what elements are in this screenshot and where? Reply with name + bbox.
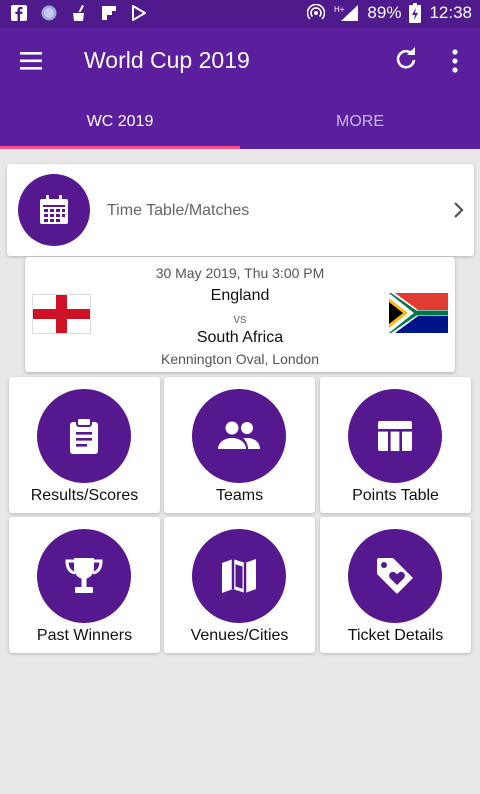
match-venue: Kennington Oval, London — [160, 351, 319, 367]
network-type: H+ — [334, 5, 345, 14]
results-scores-tile[interactable]: Results/Scores — [9, 377, 160, 513]
match-datetime: 30 May 2019, Thu 3:00 PM — [155, 265, 325, 281]
past-winners-label: Past Winners — [36, 627, 133, 644]
ticket-details-label: Ticket Details — [347, 627, 444, 644]
play-store-icon — [130, 4, 148, 22]
venues-cities-tile[interactable]: Venues/Cities — [164, 517, 315, 653]
points-table-label: Points Table — [352, 487, 439, 504]
england-flag-icon — [32, 294, 91, 334]
south-africa-flag-icon — [389, 293, 448, 333]
group-icon — [218, 421, 260, 449]
signal-icon: H+ — [333, 4, 359, 22]
page-title: World Cup 2019 — [84, 47, 250, 73]
tab-wc-2019[interactable]: WC 2019 — [0, 94, 240, 149]
refresh-button[interactable] — [392, 46, 420, 74]
results-scores-label: Results/Scores — [30, 487, 139, 504]
battery-charging-icon — [409, 3, 422, 23]
past-winners-icon-circle — [37, 529, 131, 623]
timetable-card[interactable]: Time Table/Matches — [7, 164, 474, 256]
map-icon — [222, 559, 256, 593]
teams-icon-circle — [192, 389, 286, 483]
more-vert-icon — [452, 49, 458, 73]
flipboard-icon — [100, 4, 118, 22]
menu-button[interactable] — [18, 48, 48, 74]
system-status: H+ 89% 12:38 — [307, 3, 472, 23]
tab-more[interactable]: MORE — [240, 94, 480, 149]
chevron-right-icon — [452, 200, 466, 220]
facebook-icon — [10, 4, 28, 22]
clock: 12:38 — [429, 3, 472, 22]
app-bar: World Cup 2019 — [0, 28, 480, 94]
menu-icon — [20, 52, 42, 70]
past-winners-tile[interactable]: Past Winners — [9, 517, 160, 653]
notification-icons — [10, 4, 148, 22]
tab-bar: WC 2019 MORE — [0, 94, 480, 149]
upcoming-match-card[interactable]: 30 May 2019, Thu 3:00 PM England vs Sout… — [25, 257, 455, 372]
timetable-label: Time Table/Matches — [107, 202, 250, 219]
ticket-details-tile[interactable]: Ticket Details — [320, 517, 471, 653]
points-table-icon-circle — [348, 389, 442, 483]
more-options-button[interactable] — [444, 46, 466, 76]
hotspot-icon — [307, 4, 326, 22]
cleaner-icon — [70, 4, 88, 22]
clipboard-icon — [70, 417, 98, 454]
status-bar: H+ 89% 12:38 — [0, 0, 480, 28]
results-icon-circle — [37, 389, 131, 483]
tab-indicator — [0, 146, 240, 149]
timetable-icon-circle — [18, 174, 90, 246]
teams-tile[interactable]: Teams — [164, 377, 315, 513]
table-icon — [378, 421, 412, 451]
battery-percent: 89% — [367, 3, 402, 22]
circle-icon — [40, 4, 58, 22]
teams-label: Teams — [215, 487, 264, 504]
refresh-icon — [396, 47, 416, 69]
venues-cities-label: Venues/Cities — [190, 627, 289, 644]
ticket-icon-circle — [348, 529, 442, 623]
trophy-icon — [65, 558, 103, 593]
venues-icon-circle — [192, 529, 286, 623]
points-table-tile[interactable]: Points Table — [320, 377, 471, 513]
calendar-icon — [40, 195, 68, 224]
ticket-tag-icon — [377, 558, 413, 594]
